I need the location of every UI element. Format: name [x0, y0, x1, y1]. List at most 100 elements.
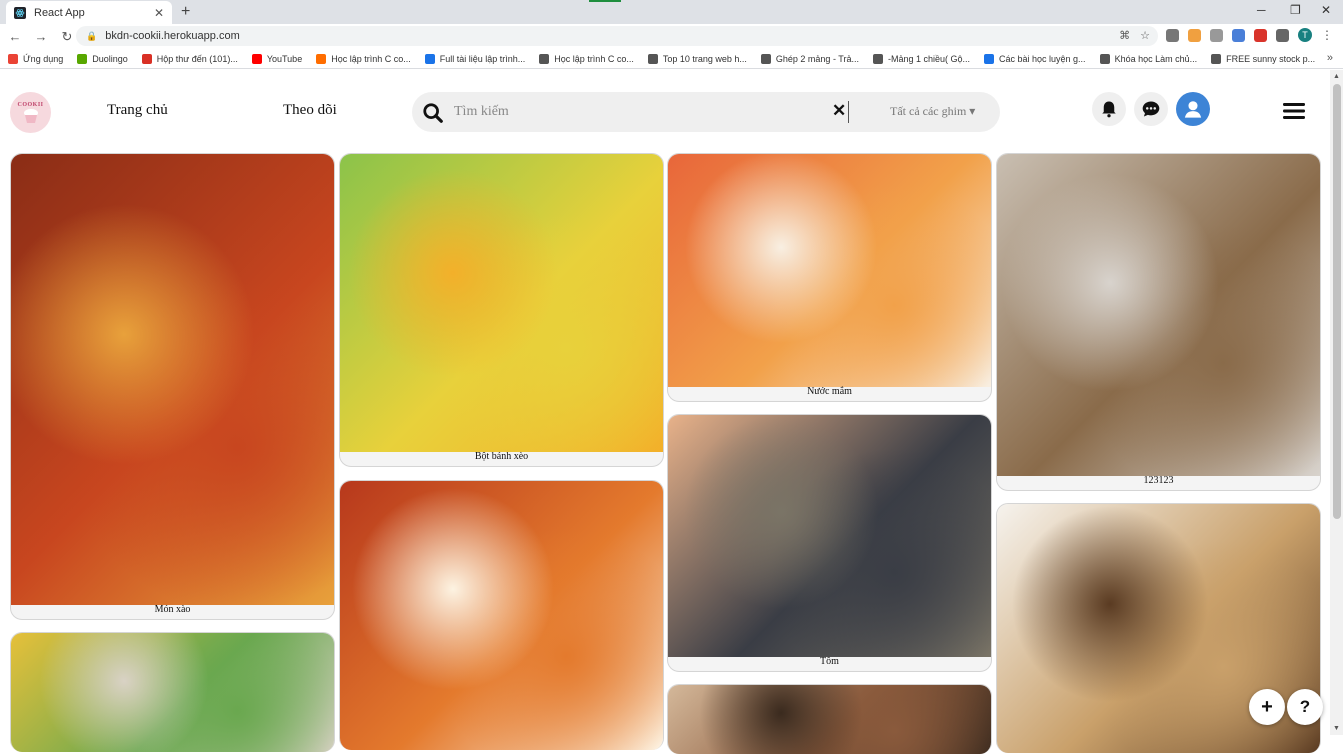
bookmark-item[interactable]: YouTube	[251, 53, 303, 64]
puzzle-icon[interactable]	[1276, 28, 1289, 42]
bookmark-label: Full tài liệu lập trình...	[439, 53, 526, 64]
minimize-button[interactable]: ─	[1257, 3, 1266, 17]
extension-icon[interactable]	[1188, 28, 1201, 42]
bookmark-item[interactable]: Học lập trình C co...	[316, 53, 411, 64]
pin-image	[997, 154, 1320, 476]
pin-card[interactable]: Bột bánh xèo	[339, 153, 664, 467]
bookmark-item[interactable]: FREE sunny stock p...	[1211, 53, 1315, 64]
bookmark-item[interactable]: Top 10 trang web h...	[647, 53, 747, 64]
tab-close-icon[interactable]: ✕	[154, 6, 164, 20]
bookmark-favicon-icon	[424, 53, 435, 64]
reload-icon[interactable]: ↻	[56, 29, 78, 45]
browser-tab[interactable]: React App ✕	[6, 1, 172, 24]
hamburger-menu-icon[interactable]	[1283, 102, 1305, 120]
address-bar[interactable]: 🔒 bkdn-cookii.herokuapp.com ⌘ ☆	[76, 26, 1158, 46]
pin-image	[11, 633, 334, 752]
search-input[interactable]	[454, 100, 834, 124]
pin-caption: Tôm	[820, 656, 839, 667]
pin-card[interactable]	[10, 632, 335, 752]
messages-button[interactable]	[1134, 92, 1168, 126]
cookii-logo[interactable]: COOKII	[10, 92, 51, 133]
bookmark-favicon-icon	[316, 53, 327, 64]
pin-caption: Nước mắm	[807, 386, 852, 397]
bookmark-label: YouTube	[266, 53, 303, 64]
bookmark-label: Hộp thư đến (101)...	[156, 53, 238, 64]
back-icon[interactable]: ←	[4, 29, 26, 44]
bookmark-label: Ghép 2 mảng - Trả...	[775, 53, 859, 64]
pin-card[interactable]	[667, 684, 992, 754]
bookmark-label: Các bài học luyện g...	[999, 53, 1086, 64]
bookmark-label: Top 10 trang web h...	[662, 53, 747, 64]
bookmark-item[interactable]: Ứng dụng	[8, 53, 64, 64]
bookmark-favicon-icon	[8, 53, 18, 64]
notifications-button[interactable]	[1092, 92, 1126, 126]
bookmark-favicon-icon	[141, 53, 152, 64]
bookmark-favicon-icon	[1211, 53, 1222, 64]
browser-menu-icon[interactable]: ⋮	[1321, 28, 1333, 42]
pin-card[interactable]: 123123	[996, 153, 1321, 491]
user-icon	[1184, 101, 1202, 118]
extension-icon[interactable]	[1232, 28, 1245, 42]
bookmark-favicon-icon	[647, 53, 658, 64]
bookmark-item[interactable]: -Mảng 1 chiều( Gộ...	[872, 53, 970, 64]
user-avatar-button[interactable]	[1176, 92, 1210, 126]
pin-caption: Món xào	[154, 604, 191, 615]
pin-filter-dropdown[interactable]: Tất cả các ghim ▾	[890, 104, 975, 119]
translate-icon[interactable]: ⌘	[1119, 29, 1130, 42]
bookmarks-bar: Ứng dụng Duolingo Hộp thư đến (101)... YouT…	[0, 49, 1343, 69]
pin-card[interactable]: Tôm	[667, 414, 992, 672]
help-button[interactable]: ?	[1287, 689, 1323, 725]
profile-avatar[interactable]: T	[1298, 28, 1312, 42]
bookmark-favicon-icon	[760, 53, 771, 64]
maximize-button[interactable]: ❐	[1290, 3, 1301, 17]
bookmark-item[interactable]: Các bài học luyện g...	[984, 53, 1086, 64]
pin-image	[668, 154, 991, 387]
cupcake-icon	[23, 109, 38, 123]
close-window-button[interactable]: ✕	[1321, 3, 1331, 17]
scroll-up-icon[interactable]: ▲	[1333, 73, 1340, 80]
bell-icon	[1102, 101, 1116, 118]
chat-bubble-icon	[1142, 101, 1160, 117]
bookmark-item[interactable]: Ghép 2 mảng - Trả...	[760, 53, 859, 64]
tab-title: React App	[34, 6, 85, 19]
bookmark-item[interactable]: Full tài liệu lập trình...	[424, 53, 526, 64]
pin-image	[668, 415, 991, 657]
bookmark-favicon-icon	[77, 53, 88, 64]
tab-indicator	[589, 0, 621, 2]
search-bar: ✕ Tất cả các ghim ▾	[412, 92, 1000, 132]
bookmark-item[interactable]: Học lập trình C co...	[539, 53, 634, 64]
search-icon[interactable]	[422, 102, 444, 124]
extension-icon[interactable]	[1166, 28, 1179, 42]
bookmark-item[interactable]: Khóa học Làm chủ...	[1099, 53, 1197, 64]
extension-icon[interactable]	[1254, 28, 1267, 42]
pin-card[interactable]: Nước mắm	[667, 153, 992, 402]
extensions-area: T ⋮	[1166, 28, 1333, 42]
scrollbar-thumb[interactable]	[1333, 84, 1341, 519]
pin-image	[340, 154, 663, 452]
bookmarks-more-icon[interactable]: »	[1327, 52, 1333, 64]
react-icon	[14, 6, 26, 19]
bookmark-item[interactable]: Duolingo	[77, 53, 128, 64]
bookmark-label: Học lập trình C co...	[331, 53, 411, 64]
app-header: COOKII Trang chủ Theo dõi ✕ Tất cả các g…	[0, 70, 1330, 154]
pin-card[interactable]: Món xào	[10, 153, 335, 620]
bookmark-favicon-icon	[984, 53, 994, 64]
new-tab-button[interactable]: +	[181, 3, 190, 21]
forward-icon[interactable]: →	[30, 29, 52, 44]
extension-icon[interactable]	[1210, 28, 1223, 42]
bookmark-label: Duolingo	[92, 53, 128, 64]
bookmark-star-icon[interactable]: ☆	[1140, 29, 1150, 42]
scroll-down-icon[interactable]: ▼	[1333, 725, 1340, 732]
pin-card[interactable]	[339, 480, 664, 750]
clear-search-icon[interactable]: ✕	[832, 101, 846, 121]
bookmark-item[interactable]: Hộp thư đến (101)...	[141, 53, 238, 64]
add-pin-button[interactable]: +	[1249, 689, 1285, 725]
pin-image	[668, 685, 991, 754]
search-divider	[848, 101, 849, 123]
bookmark-label: Ứng dụng	[23, 53, 64, 64]
nav-follow-link[interactable]: Theo dõi	[283, 102, 337, 119]
logo-text: COOKII	[17, 102, 44, 108]
bookmark-favicon-icon	[872, 53, 883, 64]
pin-caption: Bột bánh xèo	[474, 451, 529, 462]
nav-home-link[interactable]: Trang chủ	[107, 102, 168, 119]
